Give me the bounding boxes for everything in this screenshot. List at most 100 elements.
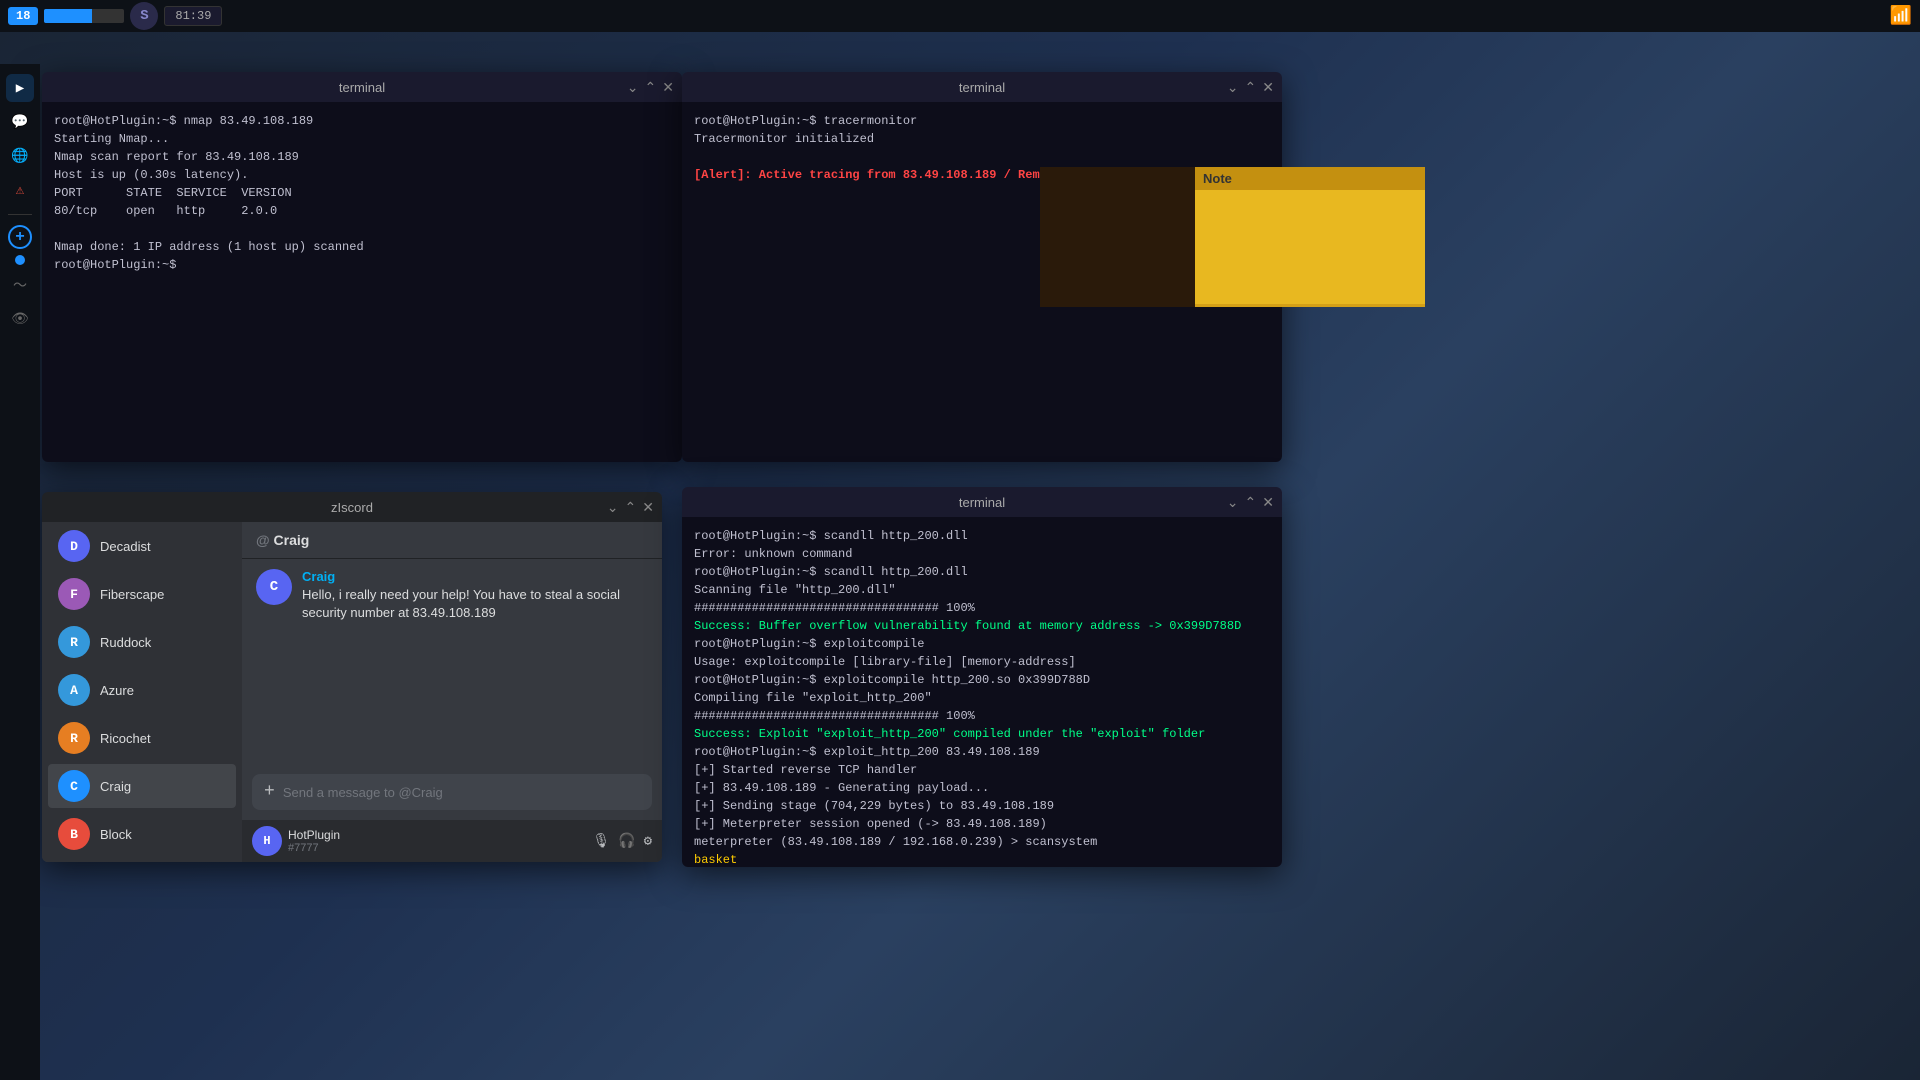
terminal-3-close[interactable]: ✕ [1262, 495, 1274, 509]
discord-attach-icon[interactable]: + [264, 782, 275, 802]
t3-line-4: ################################## 100% [694, 599, 1270, 617]
discord-user-name: Decadist [100, 539, 151, 554]
discord-avatar: A [58, 674, 90, 706]
terminal-1-title: terminal [339, 80, 385, 95]
t1-line-8: Nmap done: 1 IP address (1 host up) scan… [54, 238, 670, 256]
discord-user-item[interactable]: R Ruddock [48, 620, 236, 664]
terminal-1-titlebar: terminal ⌄ ⌃ ✕ [42, 72, 682, 102]
discord-user-name: Block [100, 827, 132, 842]
sticky-note-title: Note [1195, 167, 1425, 190]
terminal-3-maximize[interactable]: ⌃ [1245, 495, 1257, 509]
terminal-1-body: root@HotPlugin:~$ nmap 83.49.108.189 Sta… [42, 102, 682, 462]
zdiscord-window: zIscord ⌄ ⌃ ✕ D Decadist FFiberscape R Ruddo… [42, 492, 662, 862]
terminal-2-minimize[interactable]: ⌄ [1227, 80, 1239, 94]
terminal-window-3: terminal ⌄ ⌃ ✕ root@HotPlugin:~$ scandll… [682, 487, 1282, 867]
terminal-2-controls: ⌄ ⌃ ✕ [1227, 80, 1274, 94]
sidebar-add-button[interactable]: + [8, 225, 32, 249]
terminal-1-minimize[interactable]: ⌄ [627, 80, 639, 94]
discord-avatar: R [58, 722, 90, 754]
t3-line-9: Compiling file "exploit_http_200" [694, 689, 1270, 707]
discord-user-item[interactable]: C Craig [48, 764, 236, 808]
sidebar-indicator [15, 255, 25, 265]
discord-avatar: R [58, 626, 90, 658]
discord-avatar: D [58, 530, 90, 562]
headphones-icon[interactable]: 🎧 [618, 833, 635, 850]
discord-user-item[interactable]: B Block [48, 812, 236, 856]
discord-user-item[interactable]: FFiberscape [48, 572, 236, 616]
zdiscord-input-area[interactable]: + Send a message to @Craig [252, 774, 652, 810]
terminal-3-minimize[interactable]: ⌄ [1227, 495, 1239, 509]
terminal-1-maximize[interactable]: ⌃ [645, 80, 657, 94]
t3-line-5: Success: Buffer overflow vulnerability f… [694, 617, 1270, 635]
discord-user-name: Ruddock [100, 635, 151, 650]
t3-line-16: [+] Meterpreter session opened (-> 83.49… [694, 815, 1270, 833]
zdiscord-main: @ Craig C Craig Hello, i really need you… [242, 522, 662, 862]
zdiscord-channel-header: @ Craig [242, 522, 662, 559]
discord-msg-avatar-1: C [256, 569, 292, 605]
t3-line-8: root@HotPlugin:~$ exploitcompile http_20… [694, 671, 1270, 689]
discord-user-item[interactable]: PPerplexed [48, 860, 236, 862]
discord-avatar: C [58, 770, 90, 802]
discord-user-name: Craig [100, 779, 131, 794]
sidebar-icon-chat[interactable]: 💬 [6, 108, 34, 136]
zdiscord-title: zIscord [331, 500, 373, 515]
t3-line-18: basket [694, 851, 1270, 867]
t1-line-3: Nmap scan report for 83.49.108.189 [54, 148, 670, 166]
zdiscord-messages: C Craig Hello, i really need your help! … [242, 559, 662, 774]
zdiscord-user-avatar: H [252, 826, 282, 856]
zdiscord-minimize[interactable]: ⌄ [607, 500, 619, 514]
zdiscord-controls: ⌄ ⌃ ✕ [607, 500, 654, 514]
sidebar-icon-globe[interactable]: 🌐 [6, 142, 34, 170]
taskbar-right: 📶 [1890, 5, 1912, 27]
terminal-2-maximize[interactable]: ⌃ [1245, 80, 1257, 94]
discord-user-item[interactable]: AAzure [48, 668, 236, 712]
wave-icon: 〜 [13, 275, 27, 295]
t2-line-2: Tracermonitor initialized [694, 130, 1270, 148]
zdiscord-titlebar: zIscord ⌄ ⌃ ✕ [42, 492, 662, 522]
danger-icon: ⚠ [16, 182, 24, 199]
wifi-icon: 📶 [1890, 5, 1912, 27]
discord-user-item[interactable]: D Decadist [48, 524, 236, 568]
t1-line-2: Starting Nmap... [54, 130, 670, 148]
terminal-3-body: root@HotPlugin:~$ scandll http_200.dllEr… [682, 517, 1282, 867]
sidebar-icon-wave[interactable]: 〜 [6, 271, 34, 299]
t3-line-13: [+] Started reverse TCP handler [694, 761, 1270, 779]
terminal-1-close[interactable]: ✕ [662, 80, 674, 94]
t3-line-11: Success: Exploit "exploit_http_200" comp… [694, 725, 1270, 743]
settings-icon[interactable]: ⚙ [644, 833, 652, 850]
discord-user-name: Fiberscape [100, 587, 164, 602]
sticky-note-body[interactable] [1195, 190, 1425, 304]
t1-line-6: 80/tcp open http 2.0.0 [54, 202, 670, 220]
discord-user-item[interactable]: R Ricochet [48, 716, 236, 760]
zdiscord-close[interactable]: ✕ [642, 500, 654, 514]
t3-line-1: Error: unknown command [694, 545, 1270, 563]
zdiscord-input-placeholder[interactable]: Send a message to @Craig [283, 785, 640, 800]
sidebar-icon-danger[interactable]: ⚠ [6, 176, 34, 204]
discord-avatar: B [58, 818, 90, 850]
zdiscord-channel-icon: @ [256, 532, 274, 548]
t3-line-14: [+] 83.49.108.189 - Generating payload..… [694, 779, 1270, 797]
terminal-3-controls: ⌄ ⌃ ✕ [1227, 495, 1274, 509]
t3-line-0: root@HotPlugin:~$ scandll http_200.dll [694, 527, 1270, 545]
sidebar-divider [8, 214, 32, 215]
t3-line-7: Usage: exploitcompile [library-file] [me… [694, 653, 1270, 671]
eye-icon: 👁 [11, 311, 29, 328]
terminal-icon: ▶ [16, 80, 24, 97]
zdiscord-maximize[interactable]: ⌃ [625, 500, 637, 514]
globe-icon: 🌐 [11, 148, 28, 165]
taskbar: 18 S 81:39 📶 [0, 0, 1920, 32]
terminal-3-titlebar: terminal ⌄ ⌃ ✕ [682, 487, 1282, 517]
terminal-2-close[interactable]: ✕ [1262, 80, 1274, 94]
terminal-2-title: terminal [959, 80, 1005, 95]
discord-user-name: Ricochet [100, 731, 151, 746]
discord-msg-name-1: Craig [302, 569, 648, 584]
t1-line-4: Host is up (0.30s latency). [54, 166, 670, 184]
task-progress-fill [44, 9, 92, 23]
mic-icon[interactable]: 🎙 [592, 833, 610, 850]
task-progress-bar [44, 9, 124, 23]
t1-line-5: PORT STATE SERVICE VERSION [54, 184, 670, 202]
sidebar-icon-terminal[interactable]: ▶ [6, 74, 34, 102]
discord-msg-text-1: Hello, i really need your help! You have… [302, 586, 648, 622]
sidebar-icon-eye[interactable]: 👁 [6, 305, 34, 333]
t3-line-12: root@HotPlugin:~$ exploit_http_200 83.49… [694, 743, 1270, 761]
